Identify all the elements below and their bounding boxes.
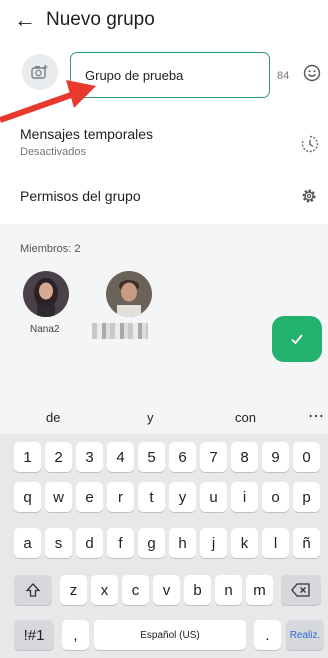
disappearing-messages-title: Mensajes temporales — [20, 126, 154, 142]
key[interactable]: 1 — [14, 442, 41, 472]
key[interactable]: b — [184, 575, 211, 605]
key[interactable]: n — [215, 575, 242, 605]
key[interactable]: e — [76, 482, 103, 512]
key[interactable]: w — [45, 482, 72, 512]
suggestion[interactable]: con — [235, 410, 256, 425]
key[interactable]: k — [231, 528, 258, 558]
key[interactable]: i — [231, 482, 258, 512]
group-name-input[interactable] — [70, 52, 270, 98]
key[interactable]: v — [153, 575, 180, 605]
member-name: Nana2 — [30, 324, 60, 335]
key[interactable]: f — [107, 528, 134, 558]
timer-icon — [300, 134, 320, 159]
key[interactable]: y — [169, 482, 196, 512]
confirm-button[interactable] — [272, 316, 322, 362]
key[interactable]: 5 — [138, 442, 165, 472]
group-permissions-title: Permisos del grupo — [20, 188, 141, 204]
key[interactable]: h — [169, 528, 196, 558]
app-bar: ← Nuevo grupo — [0, 0, 328, 40]
key[interactable]: u — [200, 482, 227, 512]
disappearing-messages-row[interactable]: Mensajes temporales Desactivados — [0, 116, 328, 172]
key[interactable]: t — [138, 482, 165, 512]
key[interactable]: 2 — [45, 442, 72, 472]
key[interactable]: x — [91, 575, 118, 605]
group-permissions-row[interactable]: Permisos del grupo — [0, 174, 328, 220]
backspace-key[interactable] — [281, 575, 321, 605]
key[interactable]: q — [14, 482, 41, 512]
members-count: Miembros: 2 — [20, 243, 81, 255]
redacted-name — [92, 323, 148, 339]
symbols-key[interactable]: !#1 — [14, 620, 54, 650]
avatar[interactable] — [23, 271, 69, 317]
comma-key[interactable]: , — [62, 620, 89, 650]
key[interactable]: 9 — [262, 442, 289, 472]
emoji-icon[interactable] — [303, 64, 321, 87]
key[interactable]: z — [60, 575, 87, 605]
action-key[interactable]: Realiz. — [286, 620, 324, 650]
key[interactable]: s — [45, 528, 72, 558]
shift-key[interactable] — [14, 575, 52, 605]
back-arrow-icon[interactable]: ← — [14, 7, 42, 33]
key[interactable]: c — [122, 575, 149, 605]
space-key[interactable]: Español (US) — [94, 620, 246, 650]
key[interactable]: o — [262, 482, 289, 512]
key[interactable]: m — [246, 575, 273, 605]
key[interactable]: 4 — [107, 442, 134, 472]
key[interactable]: a — [14, 528, 41, 558]
gear-icon — [299, 186, 319, 211]
suggestion[interactable]: de — [46, 410, 60, 425]
avatar[interactable] — [106, 271, 152, 317]
page-title: Nuevo grupo — [46, 9, 155, 30]
checkmark-icon — [291, 334, 303, 345]
suggestion-bar: de y con ⋯ — [0, 402, 328, 434]
key[interactable]: 7 — [200, 442, 227, 472]
shift-icon — [25, 583, 41, 597]
disappearing-messages-status: Desactivados — [20, 146, 87, 158]
suggestion[interactable]: y — [147, 410, 154, 425]
keyboard: 1 2 3 4 5 6 7 8 9 0 q w e r t y u i o p … — [0, 434, 328, 658]
key[interactable]: p — [293, 482, 320, 512]
key[interactable]: r — [107, 482, 134, 512]
key[interactable]: d — [76, 528, 103, 558]
key[interactable]: l — [262, 528, 289, 558]
key[interactable]: 3 — [76, 442, 103, 472]
key[interactable]: 8 — [231, 442, 258, 472]
key[interactable]: j — [200, 528, 227, 558]
more-horizontal-icon[interactable]: ⋯ — [308, 406, 324, 426]
period-key[interactable]: . — [254, 620, 281, 650]
backspace-icon — [291, 583, 310, 597]
key[interactable]: 0 — [293, 442, 320, 472]
key[interactable]: g — [138, 528, 165, 558]
char-counter: 84 — [277, 70, 290, 82]
key[interactable]: ñ — [293, 528, 320, 558]
key[interactable]: 6 — [169, 442, 196, 472]
members-section: Miembros: 2 Nana2 — [0, 224, 328, 402]
